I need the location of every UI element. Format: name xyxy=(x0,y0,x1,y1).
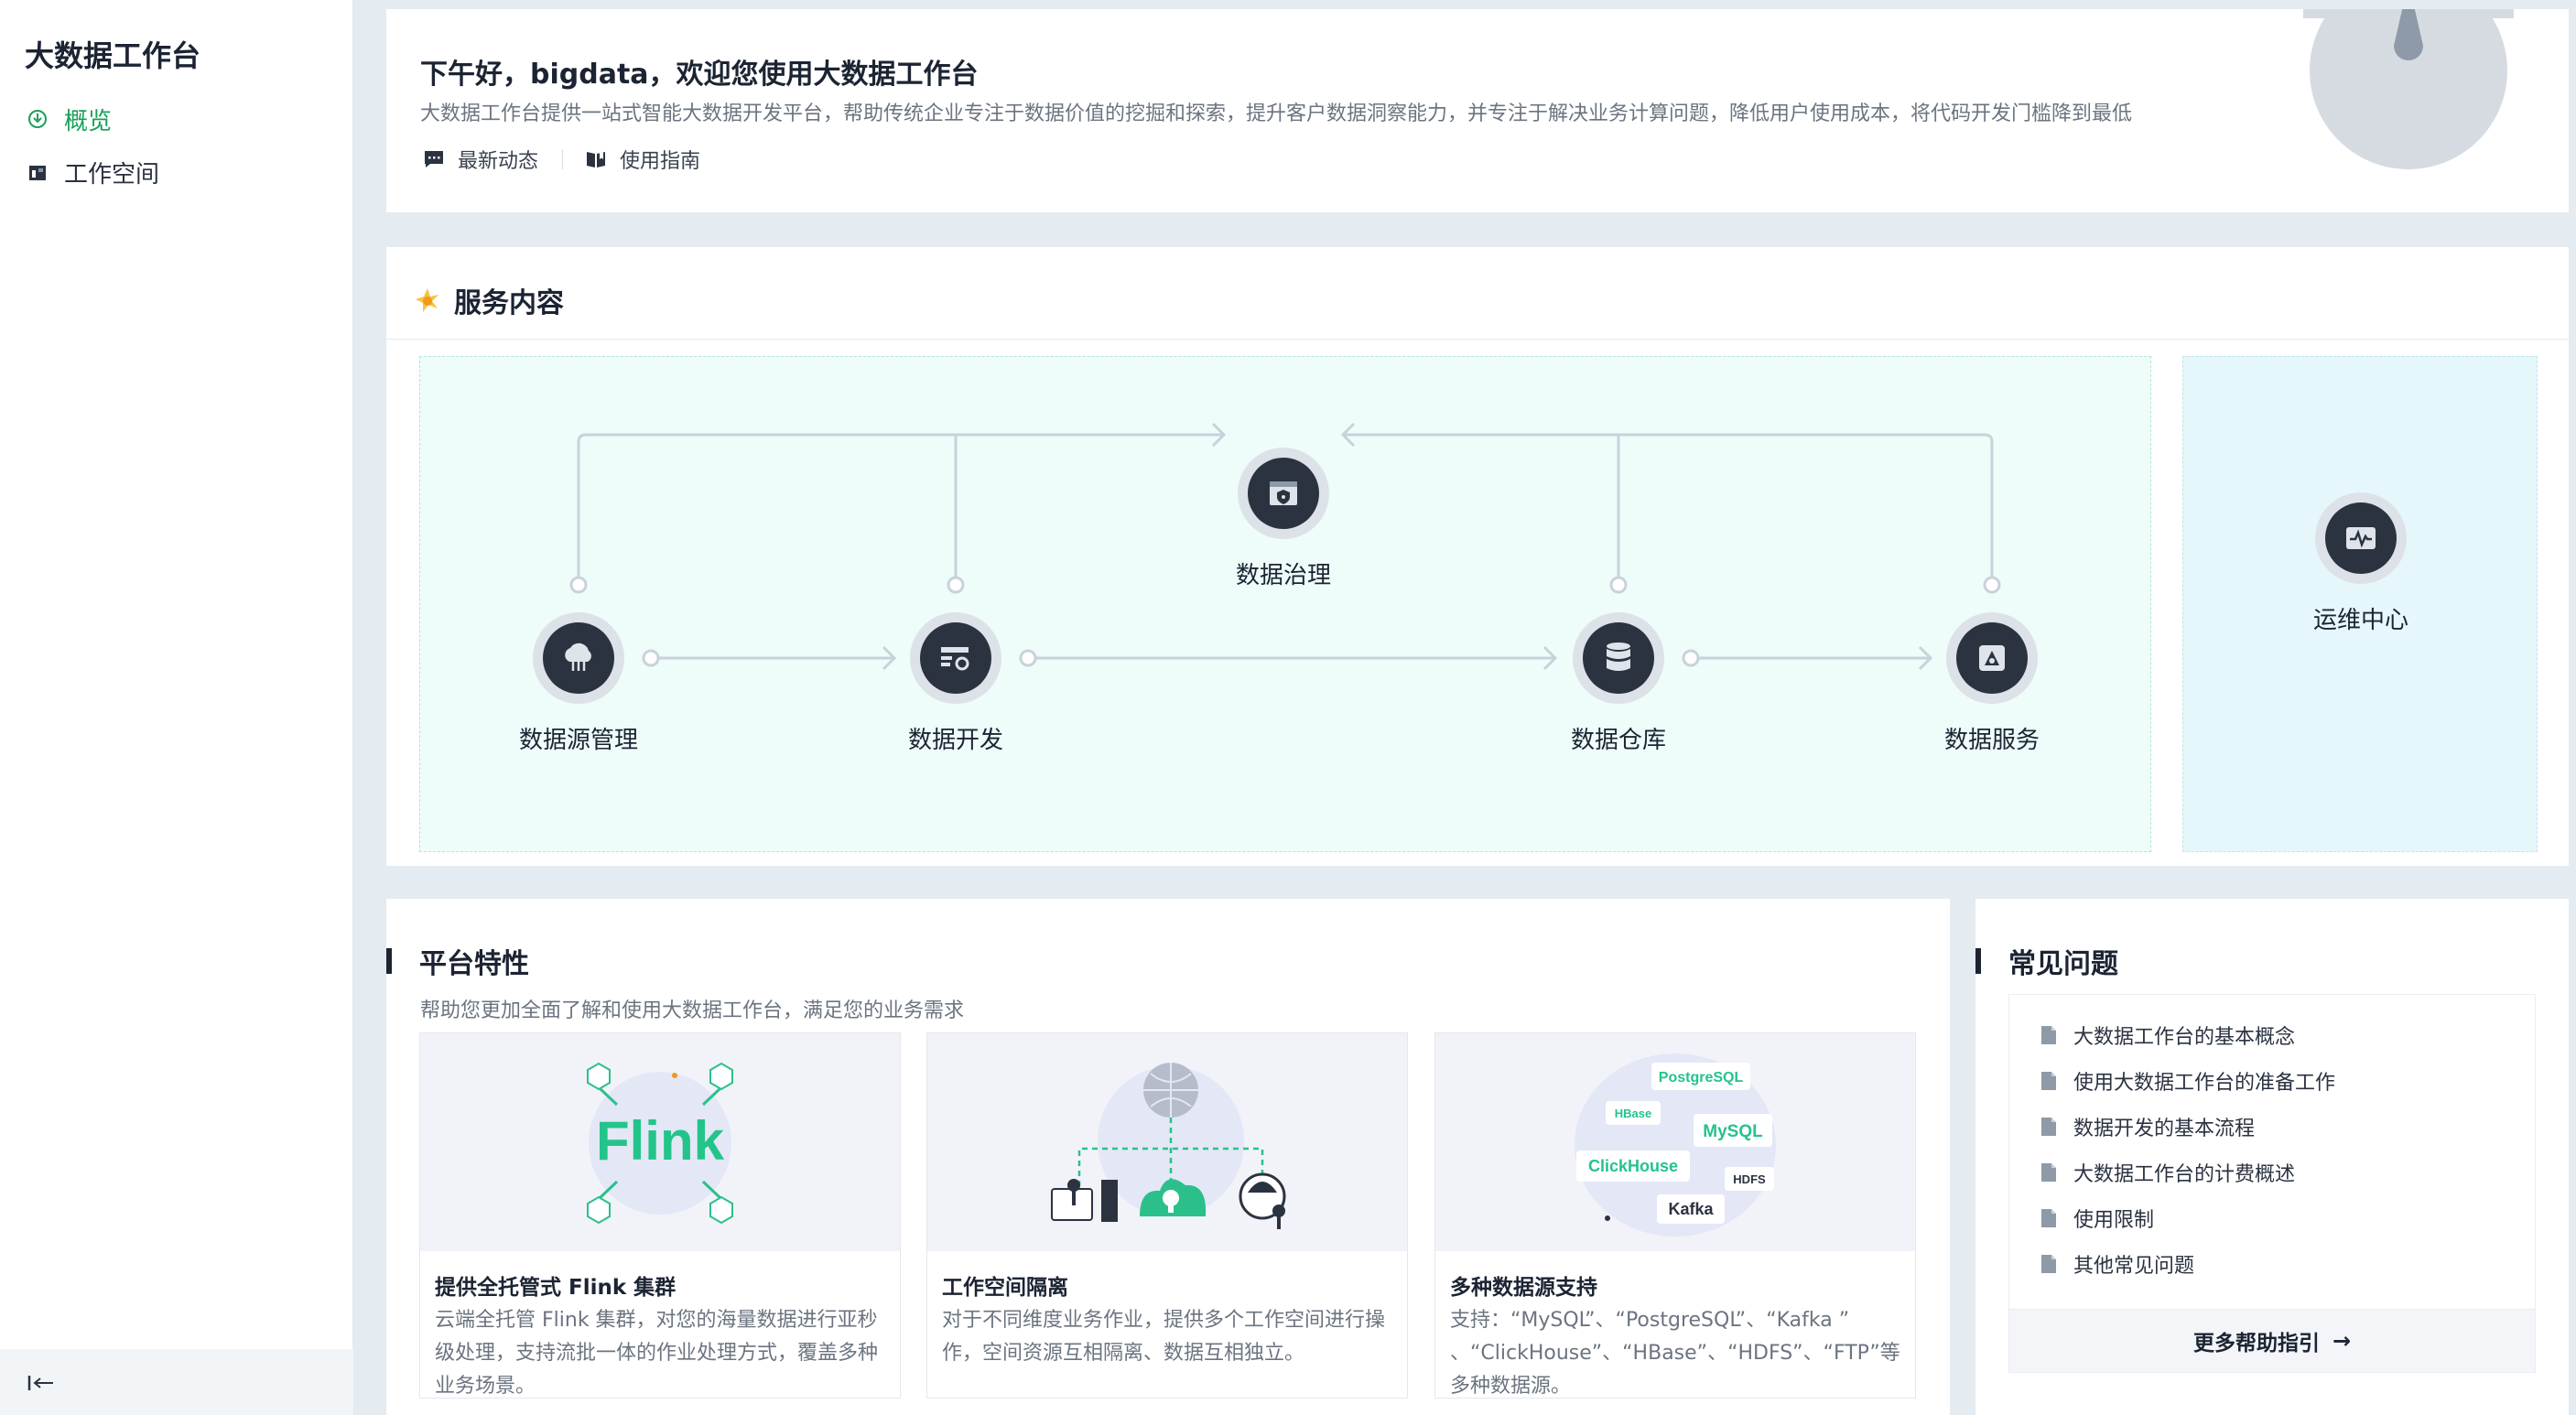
node-label-data-warehouse: 数据仓库 xyxy=(1570,727,1666,754)
node-label-data-dev: 数据开发 xyxy=(907,727,1003,754)
feature-card-datasources[interactable]: PostgreSQL HBase MySQL ClickHouse HDFS K… xyxy=(1434,1032,1916,1399)
services-title: 服务内容 xyxy=(454,287,564,319)
arrow-right-icon: → xyxy=(2332,1328,2352,1354)
feature-title: 提供全托管式 Flink 集群 xyxy=(435,1276,676,1300)
sidebar-item-label: 概览 xyxy=(64,107,113,135)
collapse-sidebar-icon[interactable] xyxy=(26,1369,57,1397)
faq-card: 常见问题 大数据工作台的基本概念 使用大数据工作台的准备工作 数据开发的基本流程… xyxy=(1975,899,2569,1415)
document-icon xyxy=(2041,1163,2056,1182)
faq-list: 大数据工作台的基本概念 使用大数据工作台的准备工作 数据开发的基本流程 大数据工… xyxy=(2008,994,2536,1358)
features-header: 平台特性 xyxy=(386,941,529,981)
flow-connectors xyxy=(569,422,2001,671)
feature-description: 支持：“MySQL”、“PostgreSQL”、“Kafka ” 、“Click… xyxy=(1450,1309,1900,1398)
workspace-icon xyxy=(26,160,49,184)
data-flow-diagram: 数据源管理 数据开发 数据治理 数据仓库 数据服务 xyxy=(419,356,2151,852)
divider xyxy=(562,149,564,169)
book-icon xyxy=(587,152,606,167)
faq-item-label: 数据开发的基本流程 xyxy=(2073,1118,2256,1140)
document-icon xyxy=(2041,1118,2056,1136)
section-bar xyxy=(386,948,392,974)
tag-clickhouse: ClickHouse xyxy=(1588,1157,1678,1175)
node-ops-center[interactable] xyxy=(2315,492,2407,584)
tag-hbase: HBase xyxy=(1615,1107,1651,1120)
divider xyxy=(386,339,2569,340)
faq-item-label: 大数据工作台的基本概念 xyxy=(2073,1026,2296,1049)
faq-item-label: 其他常见问题 xyxy=(2073,1255,2195,1278)
workspace-isolation-illustration xyxy=(927,1033,1407,1251)
faq-item-label: 使用大数据工作台的准备工作 xyxy=(2073,1072,2336,1095)
services-header: 服务内容 xyxy=(414,280,564,320)
document-icon xyxy=(2041,1072,2056,1090)
sidebar-item-workspace[interactable]: 工作空间 xyxy=(26,154,328,190)
latest-news-link[interactable]: 最新动态 xyxy=(423,145,538,174)
sidebar-item-label: 工作空间 xyxy=(64,160,160,189)
message-icon xyxy=(425,151,443,167)
service-icon xyxy=(1979,645,2005,671)
monitor-pulse-icon xyxy=(2346,527,2376,549)
user-guide-label: 使用指南 xyxy=(620,150,701,173)
feature-card-flink[interactable]: Flink 提供全托管式 Flink 集群 云端全托管 Flink 集群，对您的… xyxy=(419,1032,901,1399)
dev-tools-icon xyxy=(941,647,969,671)
database-icon xyxy=(1607,643,1630,671)
faq-item-label: 大数据工作台的计费概述 xyxy=(2073,1163,2296,1186)
node-data-service[interactable] xyxy=(1946,612,2038,704)
tag-mysql: MySQL xyxy=(1703,1122,1763,1141)
ops-center-panel: 运维中心 xyxy=(2182,356,2538,852)
document-icon xyxy=(2041,1026,2056,1044)
faq-item[interactable]: 使用限制 xyxy=(2040,1204,2154,1233)
welcome-title: 下午好，bigdata，欢迎您使用大数据工作台 xyxy=(420,59,979,91)
faq-item[interactable]: 使用大数据工作台的准备工作 xyxy=(2040,1066,2335,1096)
flink-illustration: Flink xyxy=(420,1033,900,1251)
welcome-card: 下午好，bigdata，欢迎您使用大数据工作台 大数据工作台提供一站式智能大数据… xyxy=(386,9,2569,212)
feature-title: 工作空间隔离 xyxy=(942,1276,1068,1300)
datasources-illustration: PostgreSQL HBase MySQL ClickHouse HDFS K… xyxy=(1435,1033,1915,1251)
node-label-data-source: 数据源管理 xyxy=(518,727,638,754)
user-guide-link[interactable]: 使用指南 xyxy=(585,145,700,174)
welcome-description: 大数据工作台提供一站式智能大数据开发平台，帮助传统企业专注于数据价值的挖掘和探索… xyxy=(420,103,2133,125)
node-data-source[interactable] xyxy=(533,612,624,704)
section-bar xyxy=(1975,948,1981,974)
features-title: 平台特性 xyxy=(419,948,529,980)
sidebar-footer xyxy=(0,1349,353,1415)
sidebar-item-overview[interactable]: 概览 xyxy=(26,101,328,137)
tag-postgresql: PostgreSQL xyxy=(1659,1070,1744,1086)
gauge-illustration xyxy=(2303,9,2514,169)
more-help-label: 更多帮助指引 xyxy=(2192,1332,2320,1356)
sidebar-title: 大数据工作台 xyxy=(25,38,201,73)
faq-item[interactable]: 其他常见问题 xyxy=(2040,1249,2194,1279)
node-label-data-service: 数据服务 xyxy=(1943,727,2040,754)
overview-icon xyxy=(26,107,49,131)
cloud-icon xyxy=(565,643,591,671)
shield-window-icon xyxy=(1270,481,1297,505)
flink-logo-text: Flink xyxy=(596,1110,725,1172)
latest-news-label: 最新动态 xyxy=(458,150,539,173)
faq-item-label: 使用限制 xyxy=(2073,1209,2155,1232)
faq-header: 常见问题 xyxy=(1975,941,2118,981)
services-card: 服务内容 数据源管理 数据开发 数据治理 数据仓库 数据服务 运维中心 xyxy=(386,247,2569,866)
tag-hdfs: HDFS xyxy=(1733,1172,1766,1186)
sidebar: 大数据工作台 概览 工作空间 xyxy=(0,0,353,1415)
sparkle-icon xyxy=(416,288,438,312)
faq-item[interactable]: 大数据工作台的基本概念 xyxy=(2040,1021,2295,1050)
node-data-warehouse[interactable] xyxy=(1573,612,1664,704)
node-label-ops-center: 运维中心 xyxy=(2312,607,2408,634)
feature-title: 多种数据源支持 xyxy=(1450,1276,1597,1300)
more-help-button[interactable]: 更多帮助指引 → xyxy=(2008,1309,2536,1373)
document-icon xyxy=(2041,1209,2056,1227)
faq-item[interactable]: 大数据工作台的计费概述 xyxy=(2040,1158,2295,1187)
faq-item[interactable]: 数据开发的基本流程 xyxy=(2040,1112,2255,1141)
node-data-dev[interactable] xyxy=(910,612,1001,704)
node-data-governance[interactable] xyxy=(1238,448,1329,539)
faq-title: 常见问题 xyxy=(2008,948,2118,980)
feature-description: 对于不同维度业务作业，提供多个工作空间进行操作，空间资源互相隔离、数据互相独立。 xyxy=(942,1309,1386,1365)
document-icon xyxy=(2041,1255,2056,1273)
feature-card-workspace-isolation[interactable]: 工作空间隔离 对于不同维度业务作业，提供多个工作空间进行操作，空间资源互相隔离、… xyxy=(926,1032,1408,1399)
welcome-links: 最新动态 使用指南 xyxy=(423,145,700,174)
feature-description: 云端全托管 Flink 集群，对您的海量数据进行亚秒级处理，支持流批一体的作业处… xyxy=(435,1309,879,1398)
tag-kafka: Kafka xyxy=(1668,1200,1714,1218)
features-subtitle: 帮助您更加全面了解和使用大数据工作台，满足您的业务需求 xyxy=(420,999,965,1022)
node-label-data-governance: 数据治理 xyxy=(1235,562,1331,589)
features-card: 平台特性 帮助您更加全面了解和使用大数据工作台，满足您的业务需求 Flink 提… xyxy=(386,899,1950,1415)
